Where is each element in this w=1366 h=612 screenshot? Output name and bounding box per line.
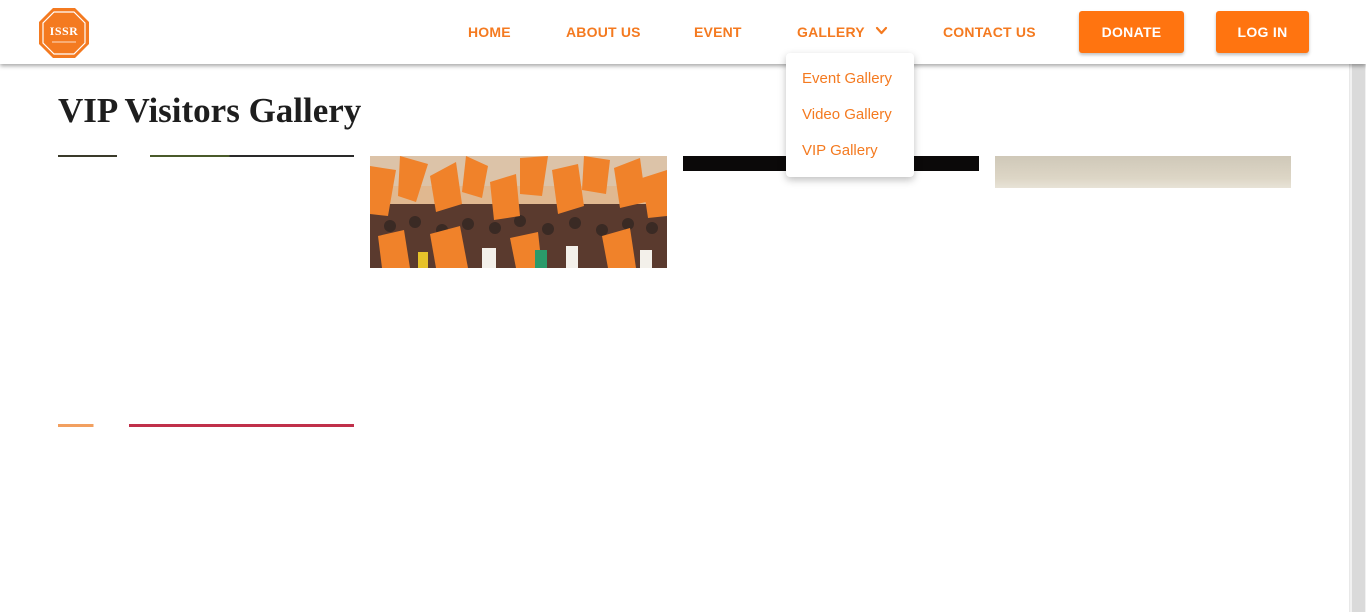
gallery-image-2[interactable]	[370, 156, 667, 268]
nav-gallery-link[interactable]: GALLERY	[797, 23, 865, 41]
gallery-image-4[interactable]	[995, 156, 1291, 188]
nav-about-link[interactable]: ABOUT US	[566, 23, 641, 41]
top-navbar: ISSR HOME ABOUT US EVENT GALLERY CONTACT…	[0, 0, 1366, 64]
page-title: VIP Visitors Gallery	[58, 91, 362, 130]
nav-event-link[interactable]: EVENT	[694, 23, 742, 41]
nav-home-link[interactable]: HOME	[468, 23, 511, 41]
menu-item-vip-gallery[interactable]: VIP Gallery	[802, 141, 878, 161]
nav-contact-link[interactable]: CONTACT US	[943, 23, 1036, 41]
scrollbar-thumb[interactable]	[1352, 64, 1365, 612]
gallery-dropdown-menu: Event Gallery Video Gallery VIP Gallery	[786, 53, 914, 177]
chevron-down-icon[interactable]	[875, 26, 888, 36]
site-logo[interactable]: ISSR	[38, 7, 90, 59]
logo-text: ISSR	[49, 24, 79, 38]
page-scrollbar[interactable]	[1349, 64, 1366, 612]
gallery-image-1[interactable]	[58, 155, 354, 157]
crowd-flags-photo	[370, 156, 667, 268]
donate-button[interactable]: DONATE	[1079, 11, 1184, 53]
menu-item-video-gallery[interactable]: Video Gallery	[802, 105, 892, 125]
gallery-image-5[interactable]	[58, 424, 354, 427]
login-button[interactable]: LOG IN	[1216, 11, 1309, 53]
menu-item-event-gallery[interactable]: Event Gallery	[802, 69, 892, 89]
